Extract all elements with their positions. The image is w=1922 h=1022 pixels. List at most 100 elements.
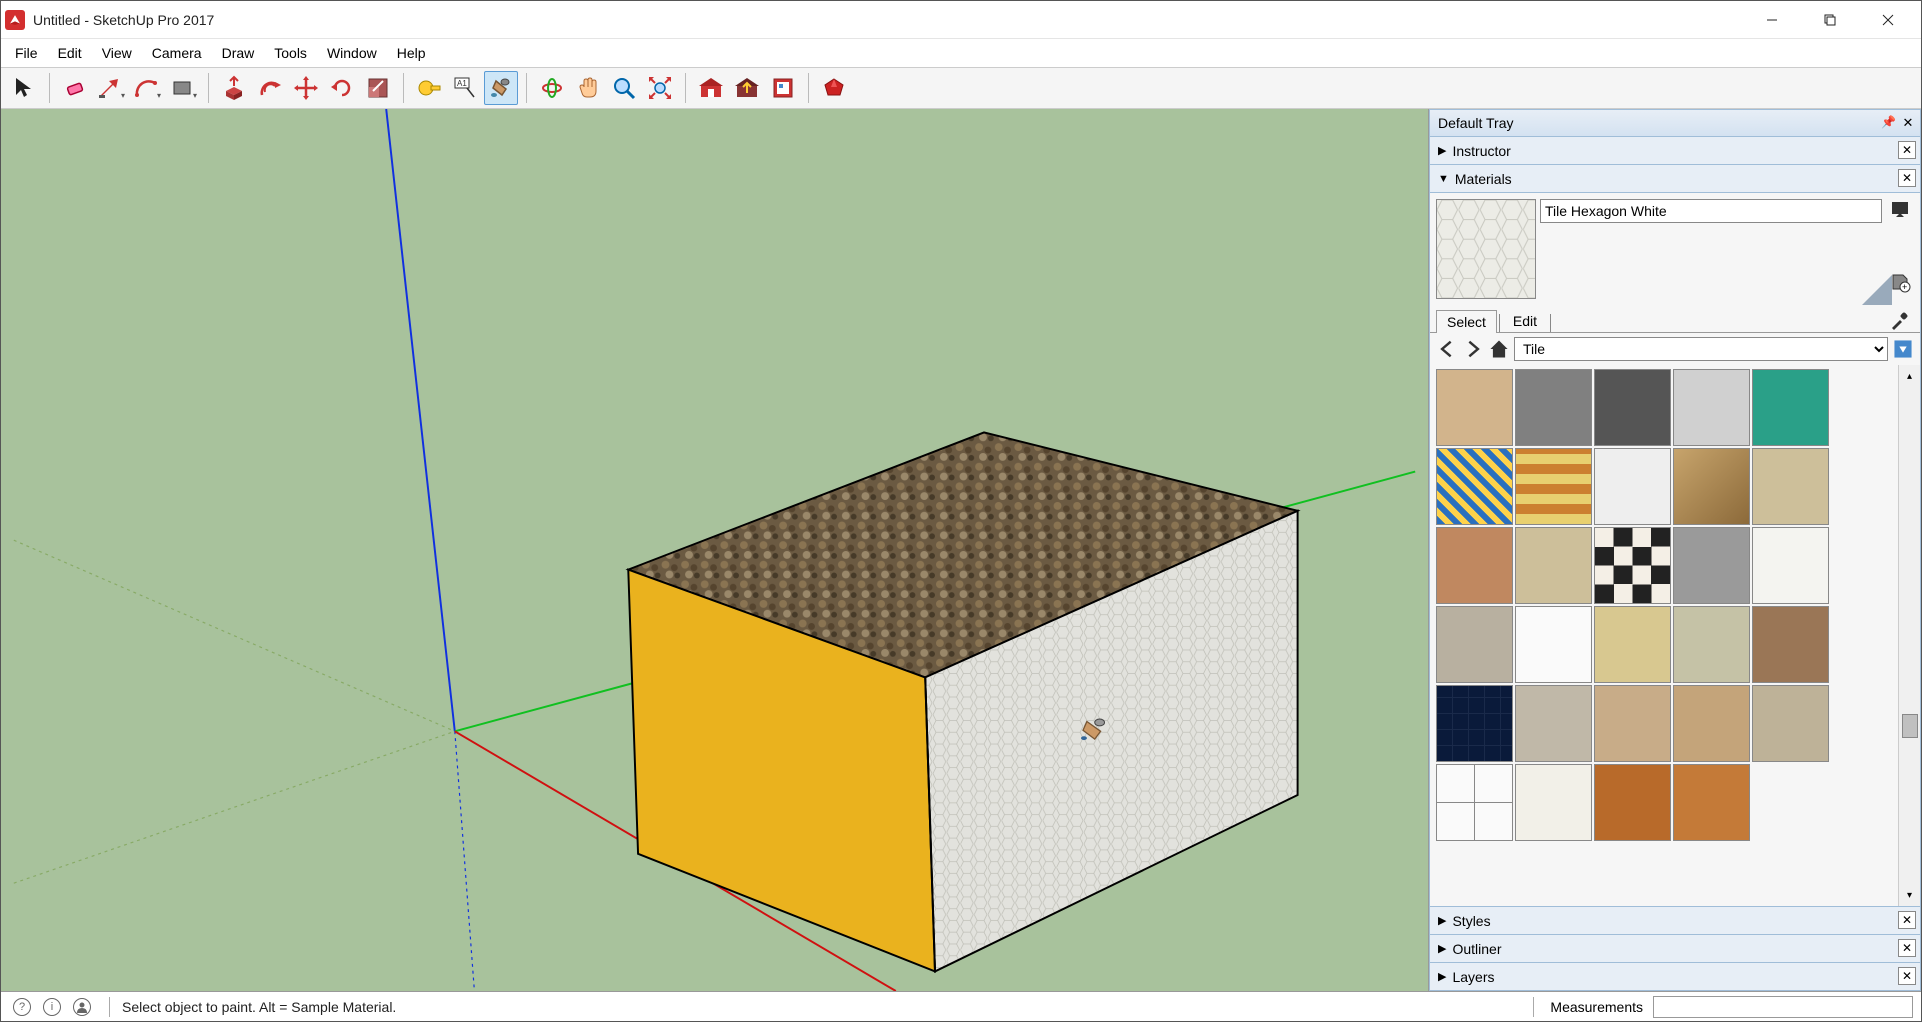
material-preview[interactable] <box>1436 199 1536 299</box>
material-swatch[interactable] <box>1515 448 1592 525</box>
material-name-input[interactable] <box>1540 199 1882 223</box>
close-button[interactable] <box>1859 1 1917 39</box>
viewport[interactable] <box>1 109 1429 991</box>
material-swatch[interactable] <box>1436 527 1513 604</box>
styles-close-button[interactable]: ✕ <box>1898 911 1916 929</box>
materials-label: Materials <box>1455 171 1512 187</box>
menu-view[interactable]: View <box>92 41 142 65</box>
home-icon[interactable] <box>1488 338 1510 360</box>
material-swatch[interactable] <box>1594 527 1671 604</box>
material-swatch[interactable] <box>1594 448 1671 525</box>
material-swatch[interactable] <box>1752 606 1829 683</box>
move-tool[interactable] <box>289 71 323 105</box>
nav-forward-button[interactable] <box>1462 338 1484 360</box>
material-swatch[interactable] <box>1436 369 1513 446</box>
tape-tool[interactable] <box>412 71 446 105</box>
arc-tool[interactable]: ▾ <box>130 71 164 105</box>
material-swatch[interactable] <box>1673 527 1750 604</box>
material-swatch[interactable] <box>1673 685 1750 762</box>
pin-icon[interactable]: 📌 <box>1881 115 1896 129</box>
styles-panel-head[interactable]: ▶ Styles ✕ <box>1429 907 1921 935</box>
offset-tool[interactable] <box>253 71 287 105</box>
layers-close-button[interactable]: ✕ <box>1898 967 1916 985</box>
menu-draw[interactable]: Draw <box>212 41 265 65</box>
instructor-panel-head[interactable]: ▶ Instructor ✕ <box>1429 137 1921 165</box>
line-tool[interactable]: ▾ <box>94 71 128 105</box>
material-swatch[interactable] <box>1515 369 1592 446</box>
help-icon[interactable]: ? <box>13 998 31 1016</box>
scroll-thumb[interactable] <box>1902 714 1918 738</box>
eyedropper-icon[interactable] <box>1888 310 1910 332</box>
zoom-extents-tool[interactable] <box>643 71 677 105</box>
material-swatch[interactable] <box>1594 606 1671 683</box>
menu-window[interactable]: Window <box>317 41 387 65</box>
rotate-tool[interactable] <box>325 71 359 105</box>
library-select[interactable]: Tile <box>1514 337 1888 361</box>
material-swatch[interactable] <box>1436 685 1513 762</box>
tab-edit[interactable]: Edit <box>1502 309 1548 332</box>
material-swatch[interactable] <box>1752 685 1829 762</box>
menu-tools[interactable]: Tools <box>264 41 317 65</box>
material-swatch[interactable] <box>1436 764 1513 841</box>
material-swatch[interactable] <box>1594 369 1671 446</box>
warehouse-get-tool[interactable] <box>694 71 728 105</box>
pushpull-tool[interactable] <box>217 71 251 105</box>
layout-tool[interactable] <box>766 71 800 105</box>
info-icon[interactable]: i <box>43 998 61 1016</box>
warehouse-share-tool[interactable] <box>730 71 764 105</box>
material-swatch[interactable] <box>1515 685 1592 762</box>
nav-back-button[interactable] <box>1436 338 1458 360</box>
resize-corner-icon[interactable] <box>1862 275 1892 305</box>
materials-scrollbar[interactable]: ▴ ▾ <box>1898 365 1920 906</box>
window-title: Untitled - SketchUp Pro 2017 <box>33 12 214 28</box>
tray-title[interactable]: Default Tray 📌 ✕ <box>1429 109 1921 137</box>
measurements-input[interactable] <box>1653 996 1913 1018</box>
scroll-up-button[interactable]: ▴ <box>1901 367 1919 385</box>
instructor-close-button[interactable]: ✕ <box>1898 141 1916 159</box>
material-swatch[interactable] <box>1515 606 1592 683</box>
eraser-tool[interactable] <box>58 71 92 105</box>
select-tool[interactable] <box>7 71 41 105</box>
materials-panel-head[interactable]: ▼ Materials ✕ <box>1429 165 1921 193</box>
tray-close-button[interactable]: ✕ <box>1900 115 1916 131</box>
materials-close-button[interactable]: ✕ <box>1898 169 1916 187</box>
scroll-down-button[interactable]: ▾ <box>1901 886 1919 904</box>
material-swatch[interactable] <box>1515 764 1592 841</box>
orbit-tool[interactable] <box>535 71 569 105</box>
material-swatch[interactable] <box>1515 527 1592 604</box>
material-swatch[interactable] <box>1594 685 1671 762</box>
material-swatch[interactable] <box>1752 369 1829 446</box>
layers-panel-head[interactable]: ▶ Layers ✕ <box>1429 963 1921 991</box>
pan-tool[interactable] <box>571 71 605 105</box>
material-swatch[interactable] <box>1436 606 1513 683</box>
user-icon[interactable] <box>73 998 91 1016</box>
paint-tool[interactable] <box>484 71 518 105</box>
display-secondary-button[interactable] <box>1889 199 1911 221</box>
text-tool[interactable]: A1 <box>448 71 482 105</box>
shape-tool[interactable]: ▾ <box>166 71 200 105</box>
create-material-button[interactable]: + <box>1889 271 1911 293</box>
material-swatch[interactable] <box>1673 606 1750 683</box>
material-swatch[interactable] <box>1752 527 1829 604</box>
menu-file[interactable]: File <box>5 41 48 65</box>
chevron-down-icon: ▼ <box>1438 173 1449 185</box>
material-swatch[interactable] <box>1436 448 1513 525</box>
library-menu-button[interactable] <box>1892 338 1914 360</box>
material-swatch[interactable] <box>1673 448 1750 525</box>
material-swatch[interactable] <box>1594 764 1671 841</box>
materials-grid <box>1430 365 1898 906</box>
outliner-close-button[interactable]: ✕ <box>1898 939 1916 957</box>
minimize-button[interactable] <box>1743 1 1801 39</box>
zoom-tool[interactable] <box>607 71 641 105</box>
maximize-button[interactable] <box>1801 1 1859 39</box>
ruby-tool[interactable] <box>817 71 851 105</box>
scale-tool[interactable] <box>361 71 395 105</box>
material-swatch[interactable] <box>1752 448 1829 525</box>
tab-select[interactable]: Select <box>1436 310 1497 333</box>
menu-help[interactable]: Help <box>387 41 436 65</box>
material-swatch[interactable] <box>1673 369 1750 446</box>
outliner-panel-head[interactable]: ▶ Outliner ✕ <box>1429 935 1921 963</box>
material-swatch[interactable] <box>1673 764 1750 841</box>
menu-camera[interactable]: Camera <box>142 41 212 65</box>
menu-edit[interactable]: Edit <box>48 41 92 65</box>
